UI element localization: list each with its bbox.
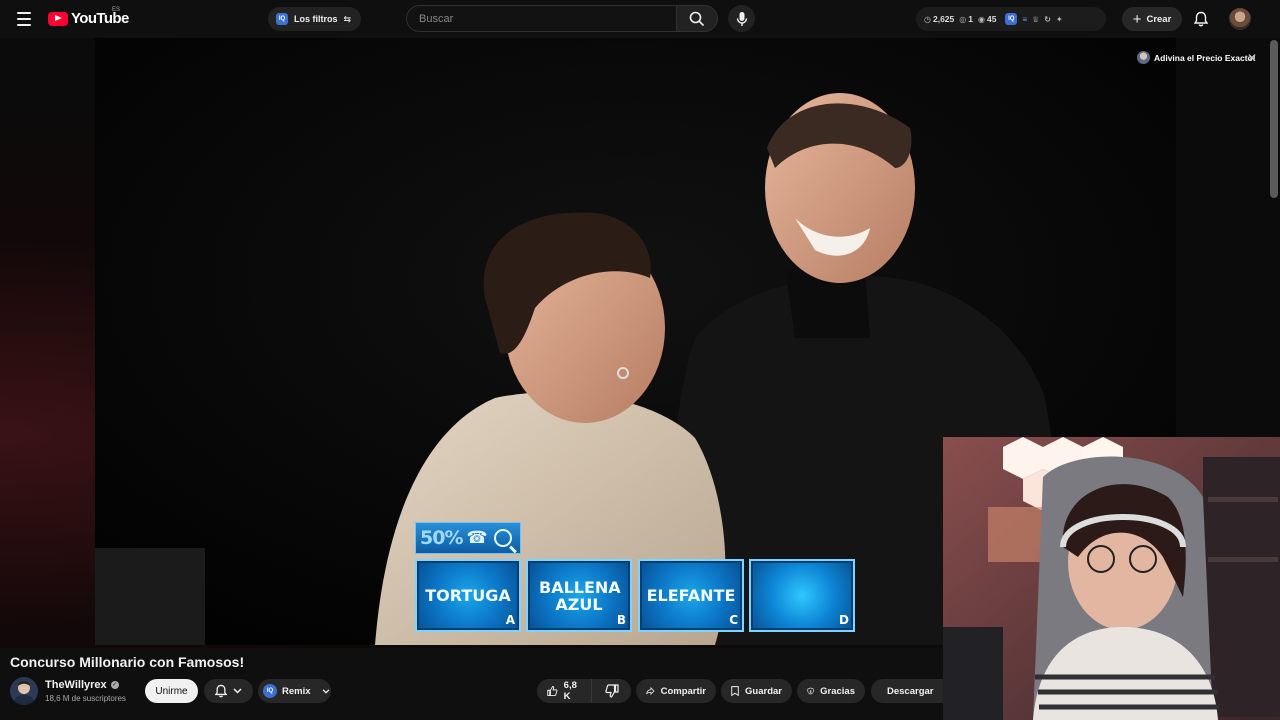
verified-icon: ✓ bbox=[110, 681, 119, 689]
lifeline-bar: 50% ☎ bbox=[415, 522, 521, 554]
clock-icon: ◷ bbox=[924, 14, 931, 24]
bell-icon bbox=[215, 684, 227, 698]
chip-label: Adivina el Precio Exacto! bbox=[1154, 52, 1256, 63]
video-title: Concurso Millonario con Famosos! bbox=[10, 654, 245, 670]
filters-button[interactable]: IQ Los filtros ⇆ bbox=[268, 7, 362, 31]
subscriber-count: 18,6 M de suscriptores bbox=[45, 694, 126, 703]
region-code: ES bbox=[112, 7, 121, 13]
download-label: Descargar bbox=[887, 685, 934, 697]
thanks-button[interactable]: $ Gracias bbox=[797, 679, 865, 703]
active-stat: ◎ 1 bbox=[959, 14, 973, 24]
trophy-icon[interactable]: ♕ bbox=[1032, 15, 1039, 24]
search-input[interactable] bbox=[406, 5, 676, 32]
search-button[interactable] bbox=[676, 5, 718, 32]
notifications-button[interactable] bbox=[1190, 8, 1212, 30]
sparkle-icon[interactable]: ✦ bbox=[1056, 15, 1063, 24]
mic-icon bbox=[736, 11, 747, 26]
page-scrollbar[interactable] bbox=[1270, 40, 1278, 198]
logo-text: YouTube bbox=[71, 10, 129, 27]
svg-text:$: $ bbox=[809, 690, 812, 694]
plus-icon: + bbox=[1132, 10, 1142, 28]
answer-a[interactable]: TORTUGA A bbox=[415, 559, 521, 632]
youtube-logo[interactable]: YouTube ES bbox=[48, 7, 129, 27]
answer-b-letter: B bbox=[616, 613, 626, 627]
create-label: Crear bbox=[1146, 13, 1172, 25]
create-button[interactable]: + Crear bbox=[1122, 7, 1182, 31]
list-icon[interactable]: ≡ bbox=[1022, 15, 1027, 24]
eye-icon: ◉ bbox=[977, 14, 985, 24]
answer-c-text: ELEFANTE bbox=[646, 586, 736, 605]
share-icon bbox=[646, 687, 655, 695]
remix-label: Remix bbox=[282, 685, 311, 697]
account-avatar[interactable] bbox=[1229, 8, 1251, 30]
channel-avatar[interactable] bbox=[10, 677, 38, 705]
subscription-bell-button[interactable] bbox=[204, 679, 253, 703]
search-box bbox=[406, 5, 718, 32]
top-bar: YouTube ES IQ Los filtros ⇆ ◷2,625 ◎1 ◉4… bbox=[0, 0, 1280, 38]
like-count: 6,8 K bbox=[563, 680, 577, 702]
menu-icon[interactable] bbox=[12, 7, 36, 31]
channel-chip[interactable]: Adivina el Precio Exacto! bbox=[1137, 51, 1256, 64]
download-button[interactable]: Descargar bbox=[871, 679, 943, 703]
sliders-icon: ⇆ bbox=[343, 13, 352, 24]
voice-search-button[interactable] bbox=[728, 5, 755, 32]
thumbs-up-icon bbox=[547, 685, 558, 697]
webcam-frame bbox=[943, 437, 1280, 720]
chevron-down-icon bbox=[322, 688, 329, 694]
bell-icon bbox=[1194, 11, 1208, 27]
close-icon[interactable]: ✕ bbox=[1246, 52, 1258, 64]
thanks-label: Gracias bbox=[820, 685, 855, 697]
ext-iq-badge[interactable]: IQ bbox=[1005, 13, 1018, 25]
extension-toolbar[interactable]: ◷ 2,625 ◎ 1 ◉ 45 IQ ≡ ♕ ↻ ✦ bbox=[916, 7, 1106, 31]
chevron-down-icon bbox=[233, 688, 242, 694]
save-label: Guardar bbox=[745, 685, 782, 697]
bookmark-icon bbox=[731, 686, 739, 697]
refresh-icon[interactable]: ↻ bbox=[1044, 15, 1051, 24]
points-stat: ◷ 2,625 bbox=[924, 14, 955, 24]
remix-iq-badge: IQ bbox=[263, 684, 277, 698]
search-icon bbox=[689, 11, 705, 26]
share-button[interactable]: Compartir bbox=[636, 679, 716, 703]
youtube-logo-icon bbox=[48, 11, 68, 26]
like-button[interactable]: 6,8 K bbox=[537, 679, 592, 703]
answer-a-letter: A bbox=[505, 613, 515, 627]
answer-c[interactable]: ELEFANTE C bbox=[638, 559, 744, 632]
share-label: Compartir bbox=[660, 685, 706, 697]
chip-avatar bbox=[1137, 51, 1150, 64]
answer-a-text: TORTUGA bbox=[425, 586, 511, 605]
answer-d[interactable]: D bbox=[749, 559, 855, 632]
thumbs-down-icon bbox=[604, 684, 619, 698]
remix-button[interactable]: IQ Remix bbox=[258, 679, 331, 703]
thanks-icon: $ bbox=[807, 687, 814, 695]
iq-badge: IQ bbox=[276, 13, 288, 25]
channel-name[interactable]: TheWillyrex ✓ bbox=[45, 679, 119, 691]
phone-icon: ☎ bbox=[466, 528, 488, 547]
answer-b[interactable]: BALLENA AZUL B bbox=[526, 559, 632, 632]
answer-c-letter: C bbox=[729, 613, 738, 627]
viewers-stat: ◉ 45 bbox=[977, 14, 997, 24]
answer-b-text: BALLENA AZUL bbox=[539, 577, 621, 614]
join-button[interactable]: Unirme bbox=[145, 679, 198, 703]
fifty-percent-label: 50% bbox=[420, 527, 463, 549]
dislike-button[interactable] bbox=[592, 679, 631, 703]
save-button[interactable]: Guardar bbox=[721, 679, 792, 703]
answer-d-letter: D bbox=[839, 613, 849, 627]
magnifier-icon bbox=[493, 529, 512, 547]
webcam-overlay bbox=[943, 437, 1280, 720]
filters-label: Los filtros bbox=[294, 14, 338, 24]
target-icon: ◎ bbox=[959, 14, 967, 24]
